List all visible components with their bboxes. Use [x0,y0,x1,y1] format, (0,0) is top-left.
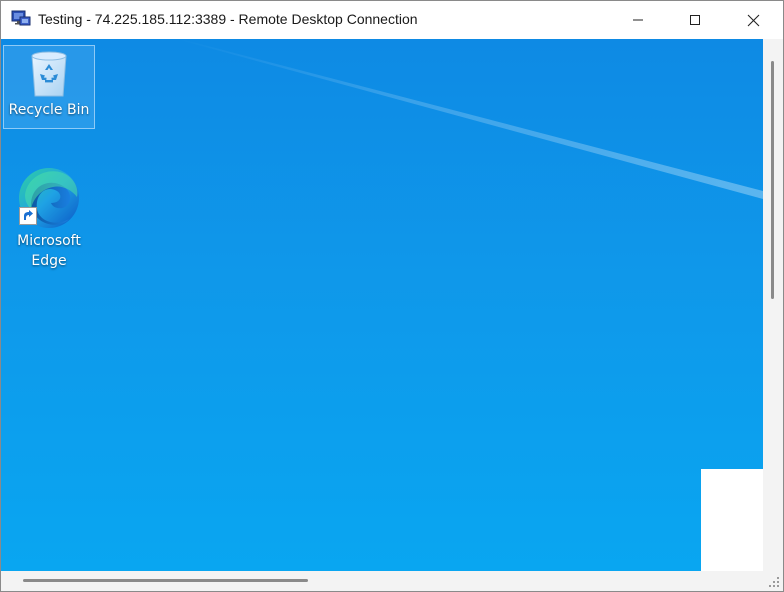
title-bar[interactable]: Testing - 74.225.185.112:3389 - Remote D… [1,1,783,39]
horizontal-scroll-thumb[interactable] [23,579,308,582]
resize-grip[interactable] [763,571,783,591]
resize-grip-icon [769,577,779,587]
window-title: Testing - 74.225.185.112:3389 - Remote D… [38,11,418,27]
close-button[interactable] [724,1,782,39]
microsoft-edge-shortcut[interactable]: Microsoft Edge [3,165,95,275]
horizontal-scrollbar[interactable] [1,571,763,591]
microsoft-edge-label-line2: Edge [31,253,67,269]
remote-desktop-window: Testing - 74.225.185.112:3389 - Remote D… [0,0,784,592]
microsoft-edge-label-line1: Microsoft [17,233,81,249]
recycle-bin-shortcut[interactable]: Recycle Bin [3,45,95,129]
minimize-button[interactable] [609,1,667,39]
recycle-bin-label: Recycle Bin [8,102,90,118]
close-icon [747,14,759,26]
shortcut-arrow-icon [19,207,37,225]
wallpaper-streak [176,39,763,199]
remote-desktop-icon[interactable] [11,10,31,28]
minimize-icon [633,19,643,21]
maximize-icon [690,15,700,25]
remote-desktop[interactable]: Recycle Bin Microsoft Edge [1,39,763,571]
remote-window-fragment [701,469,763,571]
maximize-button[interactable] [666,1,724,39]
vertical-scroll-thumb[interactable] [771,61,774,299]
recycle-bin-icon [31,51,67,97]
vertical-scrollbar[interactable] [763,39,783,571]
